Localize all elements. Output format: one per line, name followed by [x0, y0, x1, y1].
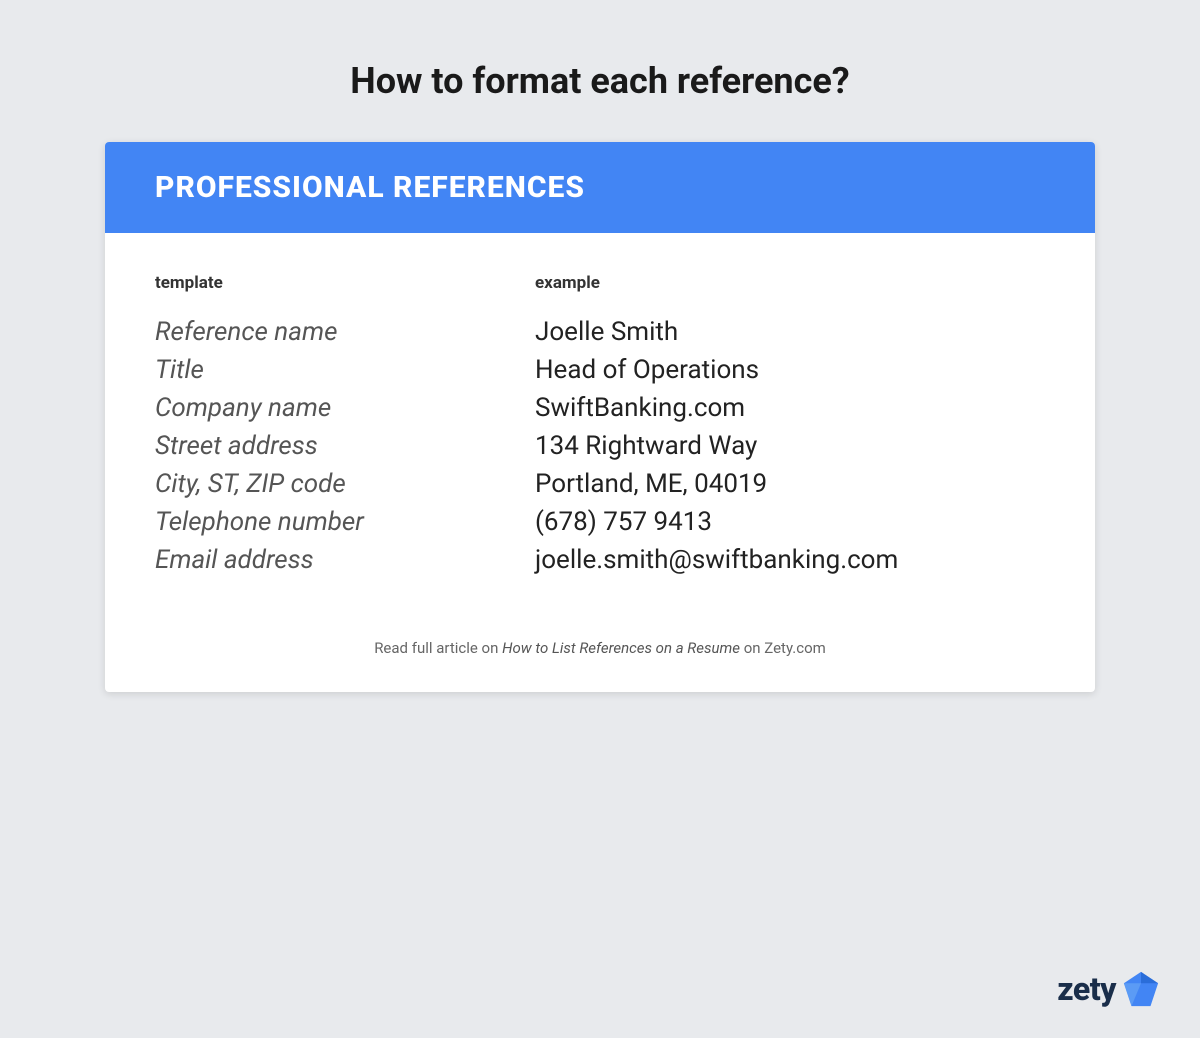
card-footer: Read full article on How to List Referen… — [105, 609, 1095, 692]
reference-rows: Reference nameJoelle SmithTitleHead of O… — [155, 313, 1045, 579]
reference-card: PROFESSIONAL REFERENCES template example… — [105, 142, 1095, 692]
template-cell: Email address — [155, 545, 535, 575]
zety-logo: zety — [1057, 970, 1160, 1008]
page-title: How to format each reference? — [350, 60, 849, 102]
table-row: Street address134 Rightward Way — [155, 427, 1045, 465]
zety-brand-name: zety — [1057, 970, 1116, 1008]
table-row: Telephone number(678) 757 9413 — [155, 503, 1045, 541]
template-cell: Company name — [155, 393, 535, 423]
example-cell: (678) 757 9413 — [535, 507, 1045, 537]
footer-text-before: Read full article on — [374, 639, 502, 657]
example-cell: SwiftBanking.com — [535, 393, 1045, 423]
card-header: PROFESSIONAL REFERENCES — [105, 142, 1095, 233]
table-row: Email addressjoelle.smith@swiftbanking.c… — [155, 541, 1045, 579]
template-cell: Reference name — [155, 317, 535, 347]
columns-header: template example — [155, 273, 1045, 293]
template-cell: City, ST, ZIP code — [155, 469, 535, 499]
footer-link-text[interactable]: How to List References on a Resume — [502, 639, 740, 657]
zety-diamond-icon — [1122, 970, 1160, 1008]
template-column-header: template — [155, 273, 535, 293]
footer-text-after: on Zety.com — [740, 639, 826, 657]
card-header-title: PROFESSIONAL REFERENCES — [155, 170, 585, 205]
table-row: Reference nameJoelle Smith — [155, 313, 1045, 351]
example-cell: Head of Operations — [535, 355, 1045, 385]
example-cell: Portland, ME, 04019 — [535, 469, 1045, 499]
example-cell: 134 Rightward Way — [535, 431, 1045, 461]
table-row: Company nameSwiftBanking.com — [155, 389, 1045, 427]
template-cell: Street address — [155, 431, 535, 461]
template-cell: Telephone number — [155, 507, 535, 537]
table-row: City, ST, ZIP codePortland, ME, 04019 — [155, 465, 1045, 503]
example-column-header: example — [535, 273, 1045, 293]
table-row: TitleHead of Operations — [155, 351, 1045, 389]
example-cell: Joelle Smith — [535, 317, 1045, 347]
example-cell: joelle.smith@swiftbanking.com — [535, 545, 1045, 575]
card-body: template example Reference nameJoelle Sm… — [105, 233, 1095, 609]
template-cell: Title — [155, 355, 535, 385]
